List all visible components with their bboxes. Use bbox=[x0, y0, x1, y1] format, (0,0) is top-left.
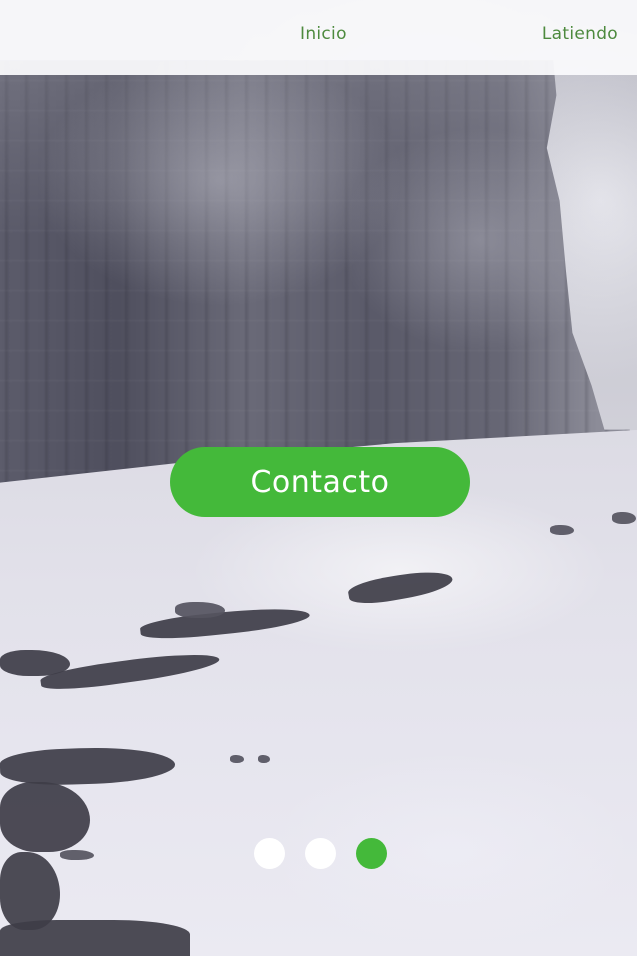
carousel-dot-1[interactable] bbox=[254, 838, 285, 869]
carousel-dot-3-active[interactable] bbox=[356, 838, 387, 869]
rock bbox=[175, 602, 225, 618]
rock bbox=[230, 755, 244, 763]
carousel-dot-2[interactable] bbox=[305, 838, 336, 869]
nav-link-inicio[interactable]: Inicio bbox=[300, 24, 347, 44]
nav-link-latiendo[interactable]: Latiendo bbox=[542, 24, 618, 44]
contacto-button[interactable]: Contacto bbox=[170, 447, 470, 517]
rock bbox=[0, 920, 190, 956]
carousel-dots bbox=[254, 838, 387, 870]
page: Inicio Latiendo Contacto bbox=[0, 0, 637, 956]
rock bbox=[60, 850, 94, 860]
rock bbox=[612, 512, 636, 524]
rock bbox=[550, 525, 574, 535]
cliff-haze bbox=[0, 60, 637, 500]
top-nav-bar: Inicio Latiendo bbox=[0, 0, 637, 75]
rock bbox=[258, 755, 270, 763]
